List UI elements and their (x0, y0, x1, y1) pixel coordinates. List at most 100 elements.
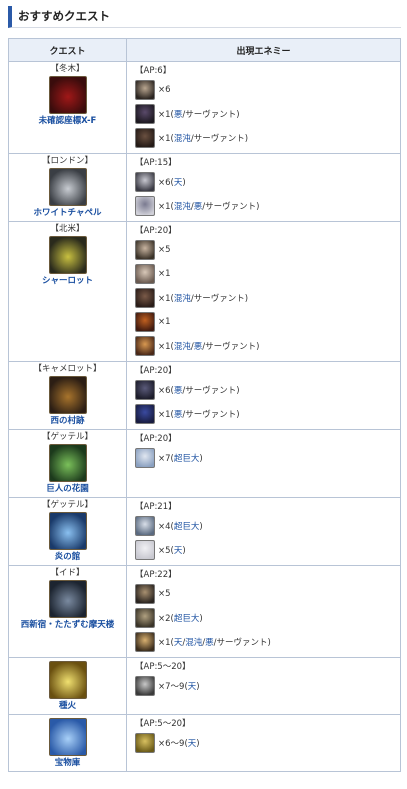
enemy-count-text: ×7～9(天) (158, 680, 200, 692)
enemy-portrait-icon[interactable] (135, 404, 155, 424)
quest-thumbnail[interactable] (48, 580, 87, 618)
quest-thumbnail[interactable] (48, 76, 87, 114)
trait-link[interactable]: 悪 (194, 342, 203, 352)
quest-name-link[interactable]: シャーロット (11, 276, 124, 287)
quest-region: 【イド】 (50, 568, 85, 578)
enemy-type-suffix: ) (196, 739, 200, 749)
quest-name-link[interactable]: 種火 (11, 701, 124, 712)
trait-link[interactable]: 超巨大 (174, 522, 200, 532)
enemy-portrait-icon[interactable] (135, 516, 155, 536)
enemy-type-suffix: /サーヴァント) (213, 638, 271, 648)
enemy-portrait-icon[interactable] (135, 448, 155, 468)
quest-cell: 【キャメロット】西の村跡 (8, 361, 127, 430)
enemy-portrait-icon[interactable] (135, 608, 155, 628)
quest-thumbnail[interactable] (48, 661, 87, 699)
quest-region: 【キャメロット】 (33, 364, 102, 374)
quest-thumbnail[interactable] (48, 376, 87, 414)
ap-cost: 【AP:21】 (135, 502, 177, 512)
enemy-portrait-icon[interactable] (135, 128, 155, 148)
trait-link[interactable]: 混沌 (174, 294, 191, 304)
quest-region: 【冬木】 (50, 64, 85, 74)
quest-name-link[interactable]: 西新宿・たたずむ摩天楼 (11, 620, 124, 631)
enemy-type-suffix: /サーヴァント) (190, 294, 249, 304)
enemy-portrait-icon[interactable] (135, 312, 155, 332)
quest-name-link[interactable]: 未確認座標X-F (11, 116, 124, 127)
enemy-portrait-icon[interactable] (135, 584, 155, 604)
quest-thumbnail[interactable] (48, 444, 87, 482)
trait-link[interactable]: 超巨大 (174, 454, 200, 464)
enemy-portrait-icon[interactable] (135, 540, 155, 560)
table-row: 【イド】 西新宿・たたずむ摩天楼 【AP:22】 ×5 ×2(超巨大) ×1(天/混沌/悪… (8, 565, 401, 658)
quest-cell: 【イド】西新宿・たたずむ摩天楼 (8, 565, 127, 658)
ap-cost: 【AP:5～20】 (135, 719, 191, 729)
column-header-quest: クエスト (8, 38, 127, 62)
quest-name-link[interactable]: 炎の館 (11, 552, 124, 563)
enemy-portrait-icon[interactable] (135, 336, 155, 356)
quest-name-link[interactable]: ホワイトチャペル (11, 208, 124, 219)
trait-link[interactable]: 混沌 (174, 342, 191, 352)
enemy-portrait-icon[interactable] (135, 80, 155, 100)
enemy-count: ×1( (158, 110, 174, 120)
quest-thumbnail[interactable] (48, 512, 87, 550)
enemy-entry: ×5 (135, 583, 394, 605)
enemy-portrait-icon[interactable] (135, 196, 155, 216)
enemy-count-text: ×5 (158, 589, 171, 599)
table-row: 種火 【AP:5～20】 ×7～9(天) (8, 657, 401, 715)
trait-link[interactable]: 超巨大 (174, 614, 200, 624)
quest-cell: 種火 (8, 657, 127, 715)
quest-thumbnail[interactable] (48, 718, 87, 756)
trait-link[interactable]: 天 (188, 682, 197, 692)
enemy-count-text: ×5(天) (158, 544, 186, 556)
trait-link[interactable]: 混沌 (174, 134, 191, 144)
enemy-entry: ×1(悪/サーヴァント) (135, 103, 394, 125)
enemy-entry: ×7(超巨大) (135, 447, 394, 469)
enemy-count: ×5( (158, 546, 174, 556)
trait-link[interactable]: 混沌 (174, 202, 191, 212)
enemy-count: ×2( (158, 614, 174, 624)
enemy-portrait-icon[interactable] (135, 676, 155, 696)
trait-link[interactable]: 悪 (194, 202, 203, 212)
enemy-count: ×1( (158, 202, 174, 212)
quest-cell: 【北米】シャーロット (8, 221, 127, 362)
quest-name-link[interactable]: 巨人の花園 (11, 484, 124, 495)
quest-thumbnail[interactable] (48, 236, 87, 274)
enemy-entry: ×5(天) (135, 539, 394, 561)
enemy-cell: 【AP:5～20】 ×6～9(天) (126, 714, 401, 772)
enemy-portrait-icon[interactable] (135, 240, 155, 260)
enemy-portrait-icon[interactable] (135, 632, 155, 652)
table-row: 宝物庫 【AP:5～20】 ×6～9(天) (8, 714, 401, 772)
quest-region: 【北米】 (50, 224, 85, 234)
enemy-entry: ×5 (135, 239, 394, 261)
ap-cost: 【AP:6】 (135, 66, 172, 76)
quest-name-link[interactable]: 宝物庫 (11, 758, 124, 769)
enemy-portrait-icon[interactable] (135, 172, 155, 192)
quest-cell: 【ゲッテル】 巨人の花園 (8, 429, 127, 498)
trait-link[interactable]: 天 (188, 739, 197, 749)
enemy-type-suffix: /サーヴァント) (182, 410, 240, 420)
enemy-portrait-icon[interactable] (135, 288, 155, 308)
enemy-count-text: ×6(悪/サーヴァント) (158, 384, 240, 396)
enemy-count-text: ×6 (158, 85, 171, 95)
enemy-portrait-icon[interactable] (135, 264, 155, 284)
enemy-portrait-icon[interactable] (135, 380, 155, 400)
table-row: 【キャメロット】 西の村跡 【AP:20】 ×6(悪/サーヴァント) ×1(悪/サーヴァ… (8, 361, 401, 430)
enemy-count-text: ×1 (158, 269, 171, 279)
enemy-entry: ×1(混沌/サーヴァント) (135, 127, 394, 149)
quest-cell: 宝物庫 (8, 714, 127, 772)
enemy-type-suffix: ) (199, 454, 203, 464)
enemy-type-suffix: /サーヴァント) (182, 386, 240, 396)
enemy-portrait-icon[interactable] (135, 104, 155, 124)
enemy-portrait-icon[interactable] (135, 733, 155, 753)
table-row: 【北米】 シャーロット 【AP:20】 ×5 ×1 ×1(混沌/サーヴァント) ×1 ×1(混… (8, 221, 401, 362)
enemy-entry: ×6～9(天) (135, 732, 394, 754)
enemy-count-text: ×6～9(天) (158, 737, 200, 749)
trait-link[interactable]: 悪 (205, 638, 214, 648)
enemy-entry: ×4(超巨大) (135, 515, 394, 537)
trait-link[interactable]: 混沌 (185, 638, 202, 648)
quest-region: 【ゲッテル】 (41, 500, 93, 510)
ap-cost: 【AP:20】 (135, 434, 177, 444)
quest-thumbnail[interactable] (48, 168, 87, 206)
enemy-entry: ×6(天) (135, 171, 394, 193)
enemy-type-suffix: ) (199, 614, 203, 624)
quest-name-link[interactable]: 西の村跡 (11, 416, 124, 427)
